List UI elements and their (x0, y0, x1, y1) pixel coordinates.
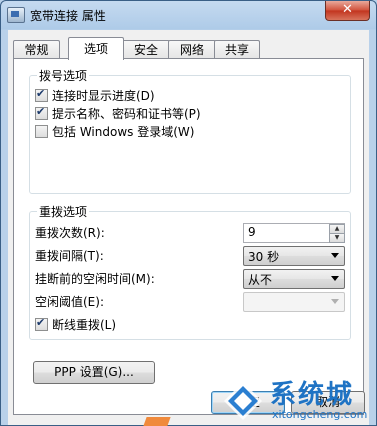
tab-general[interactable]: 常规 (13, 40, 60, 59)
chevron-down-icon (331, 276, 339, 281)
tab-strip: 常规 选项 安全 网络 共享 (13, 37, 363, 60)
redialing-options-group: 重拨选项 重拨次数(R): 9 ▲ ▼ 重拨间隔(T): 30 秒 挂断前的空闲… (29, 203, 351, 340)
tab-security[interactable]: 安全 (122, 40, 170, 59)
close-button[interactable]: ✕ (325, 1, 370, 21)
options-panel: 拨号选项 连接时显示进度(D) 提示名称、密码和证书等(P) 包括 Window… (13, 58, 364, 415)
idle-threshold-select (243, 292, 345, 312)
dialing-options-group: 拨号选项 连接时显示进度(D) 提示名称、密码和证书等(P) 包括 Window… (29, 67, 351, 194)
window-title: 宽带连接 属性 (30, 9, 106, 23)
prompt-credentials-option[interactable]: 提示名称、密码和证书等(P) (35, 105, 201, 121)
network-connection-icon (7, 7, 25, 23)
chevron-down-icon (331, 253, 339, 258)
idle-time-select[interactable]: 从不 (243, 269, 345, 289)
ppp-settings-button[interactable]: PPP 设置(G)... (33, 361, 155, 384)
redial-on-drop-option[interactable]: 断线重拨(L) (35, 316, 116, 332)
redial-interval-value: 30 秒 (248, 250, 280, 264)
title-bar: 宽带连接 属性 ✕ (1, 1, 376, 29)
redial-interval-label: 重拨间隔(T): (35, 249, 104, 263)
watermark-logo-icon (224, 382, 262, 420)
spinner-arrows: ▲ ▼ (329, 224, 345, 243)
include-logon-domain-option[interactable]: 包括 Windows 登录域(W) (35, 123, 194, 139)
show-progress-option[interactable]: 连接时显示进度(D) (35, 87, 155, 103)
redial-on-drop-label: 断线重拨(L) (52, 317, 117, 332)
decorative-stripe (143, 417, 171, 426)
prompt-credentials-checkbox[interactable] (35, 105, 48, 120)
chevron-down-icon (331, 299, 339, 304)
redial-attempts-value: 9 (248, 225, 256, 239)
tab-sharing[interactable]: 共享 (214, 40, 260, 59)
include-logon-domain-label: 包括 Windows 登录域(W) (52, 124, 195, 139)
prompt-credentials-label: 提示名称、密码和证书等(P) (52, 106, 201, 121)
tab-options[interactable]: 选项 (68, 37, 124, 60)
tab-networking[interactable]: 网络 (168, 40, 216, 59)
watermark-url: xitongcheng.com (272, 408, 368, 421)
watermark-text: 系统城 (270, 380, 355, 410)
redial-attempts-label: 重拨次数(R): (35, 226, 105, 240)
dialing-options-title: 拨号选项 (37, 67, 90, 84)
dialog-client: 常规 选项 安全 网络 共享 拨号选项 连接时显示进度(D) 提示名称、密码和证… (8, 30, 369, 425)
idle-threshold-label: 空闲阈值(E): (35, 295, 104, 309)
idle-time-label: 挂断前的空闲时间(M): (35, 272, 155, 286)
include-logon-domain-checkbox[interactable] (35, 124, 48, 138)
redial-attempts-spinner[interactable]: 9 ▲ ▼ (243, 223, 345, 243)
redial-on-drop-checkbox[interactable] (35, 316, 48, 331)
spin-down-icon[interactable]: ▼ (329, 233, 345, 243)
show-progress-checkbox[interactable] (35, 87, 48, 102)
redialing-options-title: 重拨选项 (37, 203, 90, 220)
redial-interval-select[interactable]: 30 秒 (243, 246, 345, 266)
properties-window: 宽带连接 属性 ✕ 常规 选项 安全 网络 共享 拨号选项 连接时显示进度(D)… (0, 0, 377, 426)
idle-time-value: 从不 (248, 273, 273, 287)
show-progress-label: 连接时显示进度(D) (52, 88, 155, 103)
watermark: 系统城 xitongcheng.com (214, 372, 374, 426)
